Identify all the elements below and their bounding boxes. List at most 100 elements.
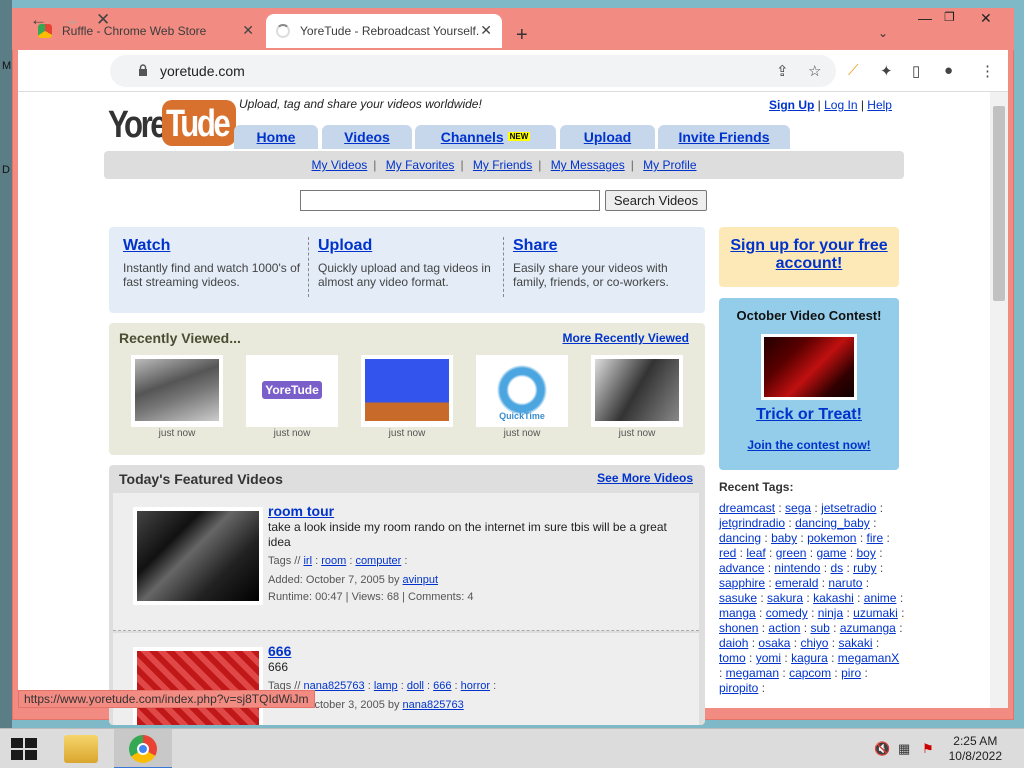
recent-tag-link[interactable]: piropito	[719, 681, 758, 695]
more-recently-viewed-link[interactable]: More Recently Viewed	[563, 331, 690, 345]
nav-tab-label[interactable]: Home	[257, 129, 296, 145]
profile-avatar-icon[interactable]: ●	[944, 62, 953, 79]
nav-tab-videos[interactable]: Videos	[322, 125, 412, 149]
extension-ruffle-icon[interactable]: ⟋	[848, 62, 859, 79]
bookmark-star-icon[interactable]: ☆	[808, 62, 821, 80]
chrome-taskbar-button[interactable]	[114, 729, 172, 768]
recent-tag-link[interactable]: emerald	[775, 576, 818, 590]
recent-tag-link[interactable]: jetsetradio	[821, 501, 876, 515]
recent-thumb[interactable]: YoreTude	[246, 355, 338, 427]
new-tab-icon[interactable]: +	[516, 24, 528, 47]
recent-tag-link[interactable]: yomi	[756, 651, 781, 665]
recent-tag-link[interactable]: manga	[719, 606, 756, 620]
my-friends-link[interactable]: My Friends	[473, 158, 532, 172]
tag-link[interactable]: room	[321, 555, 346, 567]
stop-loading-icon[interactable]: ✕	[96, 10, 110, 30]
scrollbar-thumb[interactable]	[993, 106, 1005, 301]
signup-link[interactable]: Sign up for your free account!	[730, 237, 887, 272]
sign-up-link[interactable]: Sign Up	[769, 98, 814, 112]
nav-tab-label[interactable]: Upload	[584, 129, 631, 145]
recent-tag-link[interactable]: advance	[719, 561, 764, 575]
minimize-icon[interactable]: —	[918, 10, 932, 26]
recent-tag-link[interactable]: nintendo	[774, 561, 820, 575]
recent-tag-link[interactable]: capcom	[789, 666, 831, 680]
user-link[interactable]: avinput	[403, 574, 438, 586]
tag-link[interactable]: computer	[355, 555, 401, 567]
recent-tag-link[interactable]: sasuke	[719, 591, 757, 605]
close-window-icon[interactable]: ✕	[980, 10, 992, 27]
recent-tag-link[interactable]: ds	[830, 561, 843, 575]
recent-tag-link[interactable]: daioh	[719, 636, 748, 650]
video-title-link[interactable]: 666	[268, 643, 291, 659]
recent-tag-link[interactable]: green	[776, 546, 807, 560]
help-link[interactable]: Help	[867, 98, 892, 112]
windows-start-icon[interactable]	[10, 737, 38, 761]
nav-tab-invite-friends[interactable]: Invite Friends	[658, 125, 790, 149]
recent-tag-link[interactable]: sapphire	[719, 576, 765, 590]
recent-tag-link[interactable]: ninja	[818, 606, 843, 620]
back-icon[interactable]: ←	[30, 10, 47, 30]
recent-tag-link[interactable]: dancing	[719, 531, 761, 545]
video-title-link[interactable]: room tour	[268, 503, 334, 519]
recent-tag-link[interactable]: osaka	[758, 636, 790, 650]
recent-tag-link[interactable]: boy	[857, 546, 876, 560]
extensions-puzzle-icon[interactable]: ✦	[880, 62, 893, 80]
recent-tag-link[interactable]: jetgrindradio	[719, 516, 785, 530]
tab-search-chevron-icon[interactable]: ⌄	[878, 26, 888, 40]
recent-thumb[interactable]	[131, 355, 223, 427]
nav-tab-channels[interactable]: Channels NEW	[415, 125, 556, 149]
recent-thumb[interactable]	[361, 355, 453, 427]
recent-tag-link[interactable]: pokemon	[807, 531, 856, 545]
search-input[interactable]	[300, 190, 600, 211]
recent-tag-link[interactable]: chiyo	[800, 636, 828, 650]
recent-tag-link[interactable]: kagura	[791, 651, 828, 665]
video-thumbnail[interactable]	[133, 507, 263, 605]
recent-tag-link[interactable]: sakaki	[838, 636, 872, 650]
recent-tag-link[interactable]: dreamcast	[719, 501, 775, 515]
speaker-muted-icon[interactable]: 🔇	[874, 741, 890, 757]
tag-link[interactable]: horror	[461, 680, 490, 692]
recent-tag-link[interactable]: megaman	[726, 666, 779, 680]
nav-tab-label[interactable]: Invite Friends	[678, 129, 769, 145]
nav-tab-label[interactable]: Channels	[441, 129, 504, 145]
recent-tag-link[interactable]: fire	[867, 531, 884, 545]
video-thumbnail[interactable]	[133, 647, 263, 725]
site-logo[interactable]: Yore Tude	[108, 100, 236, 148]
close-tab-icon[interactable]: ✕	[480, 22, 492, 39]
tag-link[interactable]: lamp	[374, 680, 398, 692]
contest-thumbnail[interactable]	[761, 334, 857, 400]
see-more-videos-link[interactable]: See More Videos	[597, 471, 693, 485]
recent-tag-link[interactable]: red	[719, 546, 736, 560]
share-icon[interactable]: ⇪	[776, 62, 789, 80]
intro-heading[interactable]: Watch	[123, 237, 170, 254]
recent-tag-link[interactable]: azumanga	[840, 621, 896, 635]
nav-tab-label[interactable]: Videos	[344, 129, 390, 145]
recent-tag-link[interactable]: dancing_baby	[795, 516, 870, 530]
tag-link[interactable]: irl	[303, 555, 312, 567]
my-profile-link[interactable]: My Profile	[643, 158, 696, 172]
recent-tag-link[interactable]: tomo	[719, 651, 746, 665]
my-messages-link[interactable]: My Messages	[551, 158, 625, 172]
recent-tag-link[interactable]: sega	[785, 501, 811, 515]
recent-tag-link[interactable]: kakashi	[813, 591, 854, 605]
nav-tab-home[interactable]: Home	[234, 125, 318, 149]
recent-tag-link[interactable]: megamanX	[838, 651, 899, 665]
recent-thumb[interactable]	[591, 355, 683, 427]
intro-heading[interactable]: Share	[513, 237, 557, 254]
recent-tag-link[interactable]: anime	[864, 591, 897, 605]
user-link[interactable]: nana825763	[403, 699, 464, 711]
my-favorites-link[interactable]: My Favorites	[386, 158, 455, 172]
recent-tag-link[interactable]: shonen	[719, 621, 758, 635]
my-videos-link[interactable]: My Videos	[311, 158, 367, 172]
recent-tag-link[interactable]: naruto	[828, 576, 862, 590]
network-icon[interactable]: ▦	[898, 741, 910, 757]
recent-tag-link[interactable]: uzumaki	[853, 606, 898, 620]
action-center-icon[interactable]: ⚑	[922, 741, 934, 757]
close-tab-icon[interactable]: ✕	[242, 22, 254, 39]
system-clock[interactable]: 2:25 AM 10/8/2022	[949, 734, 1002, 764]
side-panel-icon[interactable]: ▯	[912, 62, 920, 80]
nav-tab-upload[interactable]: Upload	[560, 125, 655, 149]
tag-link[interactable]: doll	[407, 680, 424, 692]
recent-tag-link[interactable]: action	[768, 621, 800, 635]
address-bar[interactable]: yoretude.com	[110, 55, 836, 87]
